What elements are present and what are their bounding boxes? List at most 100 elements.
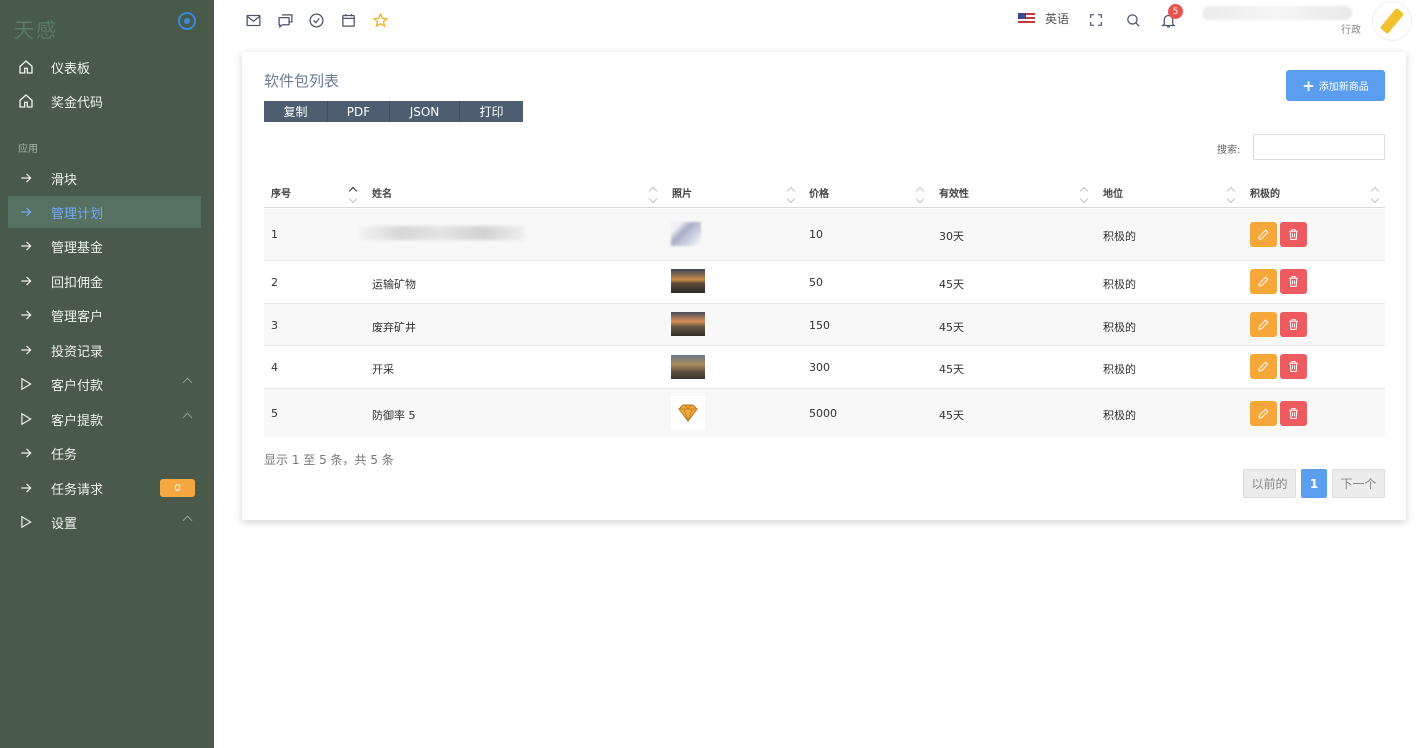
column-header-status[interactable]: 地位: [1103, 185, 1123, 200]
avatar[interactable]: [1372, 1, 1412, 41]
pencil-icon: [1258, 361, 1269, 372]
sidebar-item-task-requests[interactable]: 任务请求 0: [8, 472, 201, 504]
sort-icon[interactable]: [1371, 185, 1379, 205]
sidebar-item-bonus-code[interactable]: 奖金代码: [8, 85, 201, 117]
row-name: 运输矿物: [372, 278, 416, 291]
chat-icon[interactable]: [276, 11, 294, 29]
arrow-right-icon: [18, 307, 34, 323]
row-id: 1: [271, 228, 278, 241]
diamond-icon: [678, 404, 698, 423]
arrow-right-icon: [18, 204, 34, 220]
column-header-photo[interactable]: 照片: [672, 185, 692, 200]
blurred-name: [360, 226, 525, 240]
brand-logo[interactable]: 天感: [14, 14, 58, 43]
trash-icon: [1289, 319, 1298, 330]
search-icon[interactable]: [1124, 11, 1142, 29]
sidebar-item-customer-withdrawals[interactable]: 客户提款: [8, 403, 201, 435]
sidebar-item-slider[interactable]: 滑块: [8, 162, 201, 194]
row-validity: 30天: [939, 230, 964, 243]
play-icon: [18, 376, 34, 392]
add-new-item-button[interactable]: + 添加新商品: [1286, 70, 1385, 101]
sort-icon[interactable]: [787, 185, 795, 205]
sidebar-item-settings[interactable]: 设置: [8, 506, 201, 538]
table-row: 2 运输矿物 50 45天 积极的: [264, 261, 1385, 304]
row-status: 积极的: [1103, 230, 1136, 243]
sidebar-item-manage-plans[interactable]: 管理计划: [8, 196, 201, 228]
row-validity: 45天: [939, 321, 964, 334]
sort-icon[interactable]: [1227, 185, 1235, 205]
arrow-right-icon: [18, 342, 34, 358]
column-header-active[interactable]: 积极的: [1250, 185, 1280, 200]
edit-button[interactable]: [1250, 269, 1277, 294]
pencil-icon: [1258, 408, 1269, 419]
search-input[interactable]: [1253, 134, 1385, 160]
delete-button[interactable]: [1280, 222, 1307, 247]
sort-icon[interactable]: [916, 185, 924, 205]
column-header-validity[interactable]: 有效性: [939, 185, 969, 200]
delete-button[interactable]: [1280, 354, 1307, 379]
print-button[interactable]: 打印: [460, 101, 523, 122]
arrow-right-icon: [18, 480, 34, 496]
row-id: 5: [271, 407, 278, 420]
chevron-up-icon: [182, 515, 193, 526]
page-title: 软件包列表: [264, 72, 340, 90]
export-button-group: 复制 PDF JSON 打印: [264, 101, 523, 122]
star-icon[interactable]: [371, 11, 389, 29]
sidebar-item-label: 奖金代码: [51, 95, 104, 111]
pagination-next-button[interactable]: 下一个: [1332, 469, 1385, 498]
edit-button[interactable]: [1250, 354, 1277, 379]
row-validity: 45天: [939, 409, 964, 422]
home-icon: [18, 93, 34, 109]
copy-button[interactable]: 复制: [264, 101, 328, 122]
delete-button[interactable]: [1280, 401, 1307, 426]
pagination-page-button[interactable]: 1: [1301, 469, 1327, 498]
sidebar-item-customer-payments[interactable]: 客户付款: [8, 368, 201, 400]
trash-icon: [1289, 361, 1298, 372]
package-photo: [671, 355, 705, 379]
pagination-prev-button[interactable]: 以前的: [1243, 469, 1296, 498]
row-status: 积极的: [1103, 363, 1136, 376]
sidebar-item-label: 管理基金: [51, 240, 104, 256]
sidebar-item-label: 仪表板: [51, 61, 91, 77]
sidebar-item-investment-records[interactable]: 投资记录: [8, 334, 201, 366]
sort-ascending-icon[interactable]: [349, 185, 357, 205]
fullscreen-icon[interactable]: [1087, 11, 1105, 29]
column-header-name[interactable]: 姓名: [372, 185, 392, 200]
sidebar-toggle-icon[interactable]: [178, 12, 196, 30]
column-header-price[interactable]: 价格: [809, 185, 829, 200]
sidebar-item-manage-funds[interactable]: 管理基金: [8, 230, 201, 262]
row-status: 积极的: [1103, 278, 1136, 291]
sidebar-item-dashboard[interactable]: 仪表板: [8, 51, 201, 83]
sidebar-item-tasks[interactable]: 任务: [8, 437, 201, 469]
delete-button[interactable]: [1280, 312, 1307, 337]
play-icon: [18, 514, 34, 530]
edit-button[interactable]: [1250, 312, 1277, 337]
trash-icon: [1289, 229, 1298, 240]
sidebar-item-rebate-commission[interactable]: 回扣佣金: [8, 265, 201, 297]
sort-icon[interactable]: [649, 185, 657, 205]
sidebar-item-label: 回扣佣金: [51, 275, 104, 291]
row-status: 积极的: [1103, 409, 1136, 422]
column-header-id[interactable]: 序号: [271, 185, 291, 200]
calendar-icon[interactable]: [339, 11, 357, 29]
trash-icon: [1289, 408, 1298, 419]
check-circle-icon[interactable]: [307, 11, 325, 29]
package-photo: [671, 269, 705, 293]
play-icon: [18, 411, 34, 427]
edit-button[interactable]: [1250, 222, 1277, 247]
row-price: 10: [809, 228, 823, 241]
arrow-right-icon: [18, 238, 34, 254]
mail-icon[interactable]: [244, 11, 262, 29]
package-photo: [671, 396, 705, 430]
table-header: 序号 姓名 照片 价格 有效性 地位 积极的: [264, 180, 1385, 208]
edit-button[interactable]: [1250, 401, 1277, 426]
sort-icon[interactable]: [1080, 185, 1088, 205]
row-status: 积极的: [1103, 321, 1136, 334]
json-button[interactable]: JSON: [390, 101, 460, 122]
delete-button[interactable]: [1280, 269, 1307, 294]
user-role: 行政: [1341, 25, 1361, 36]
sidebar-item-label: 任务: [51, 447, 78, 463]
pdf-button[interactable]: PDF: [328, 101, 390, 122]
sidebar-item-manage-customers[interactable]: 管理客户: [8, 299, 201, 331]
language-selector[interactable]: 英语: [1018, 10, 1069, 27]
